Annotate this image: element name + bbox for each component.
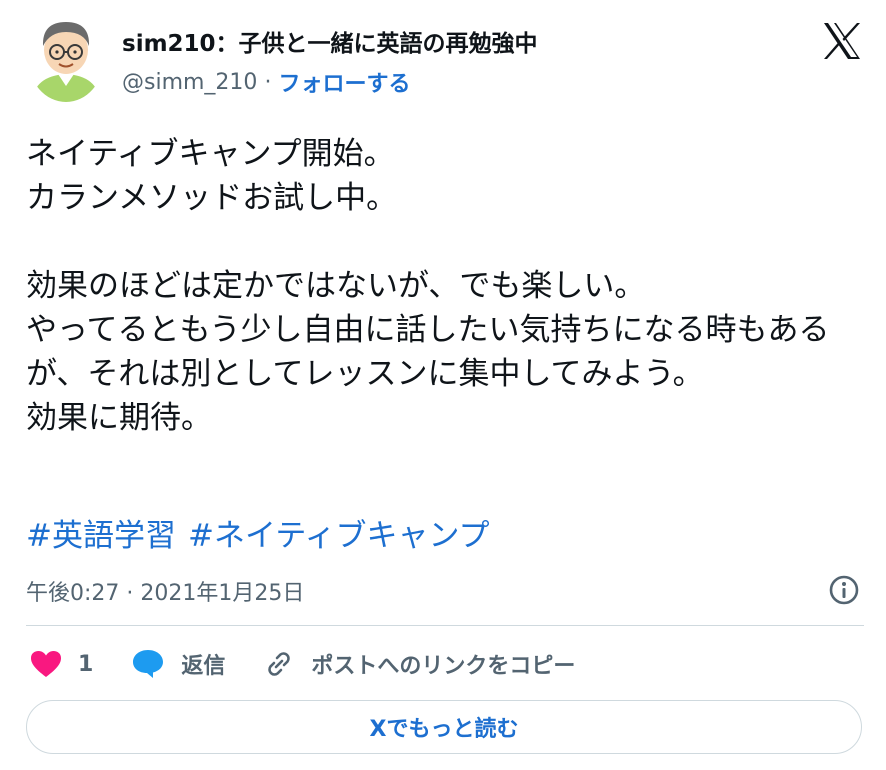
avatar[interactable] [28, 14, 104, 102]
follow-button[interactable]: フォローする [278, 66, 410, 98]
info-icon[interactable] [828, 574, 860, 606]
cartoon-avatar-icon [28, 14, 104, 102]
x-logo-icon[interactable] [822, 22, 862, 60]
hashtag-link[interactable]: #英語学習 [26, 518, 176, 554]
copy-link-button[interactable]: ポストへのリンクをコピー [263, 648, 575, 680]
author-handle[interactable]: @simm_210 [122, 70, 257, 95]
author-display-name[interactable]: sim210：子供と一緒に英語の再勉強中 [122, 24, 538, 58]
read-more-button[interactable]: Xでもっと読む [26, 700, 862, 754]
tweet-text: ネイティブキャンプ開始。 カランメソッドお試し中。 効果のほどは定かではないが、… [26, 136, 830, 436]
divider [26, 625, 864, 626]
action-bar: 1 返信 ポストへのリンクをコピー [30, 644, 613, 684]
like-count: 1 [78, 651, 94, 677]
reply-button[interactable]: 返信 [131, 648, 225, 680]
speech-bubble-icon [133, 650, 164, 678]
like-button[interactable]: 1 [30, 650, 93, 678]
separator-dot: · [264, 69, 272, 95]
link-icon [268, 652, 291, 676]
author-handle-row: @simm_210 · フォローする [122, 66, 410, 98]
heart-icon [31, 651, 61, 677]
timestamp[interactable]: 午後0:27 · 2021年1月25日 [26, 575, 304, 607]
hashtag-link[interactable]: #ネイティブキャンプ [188, 518, 490, 554]
copy-link-label: ポストへのリンクをコピー [311, 654, 576, 679]
hashtags: #英語学習 #ネイティブキャンプ [26, 514, 502, 558]
reply-label: 返信 [181, 654, 226, 679]
